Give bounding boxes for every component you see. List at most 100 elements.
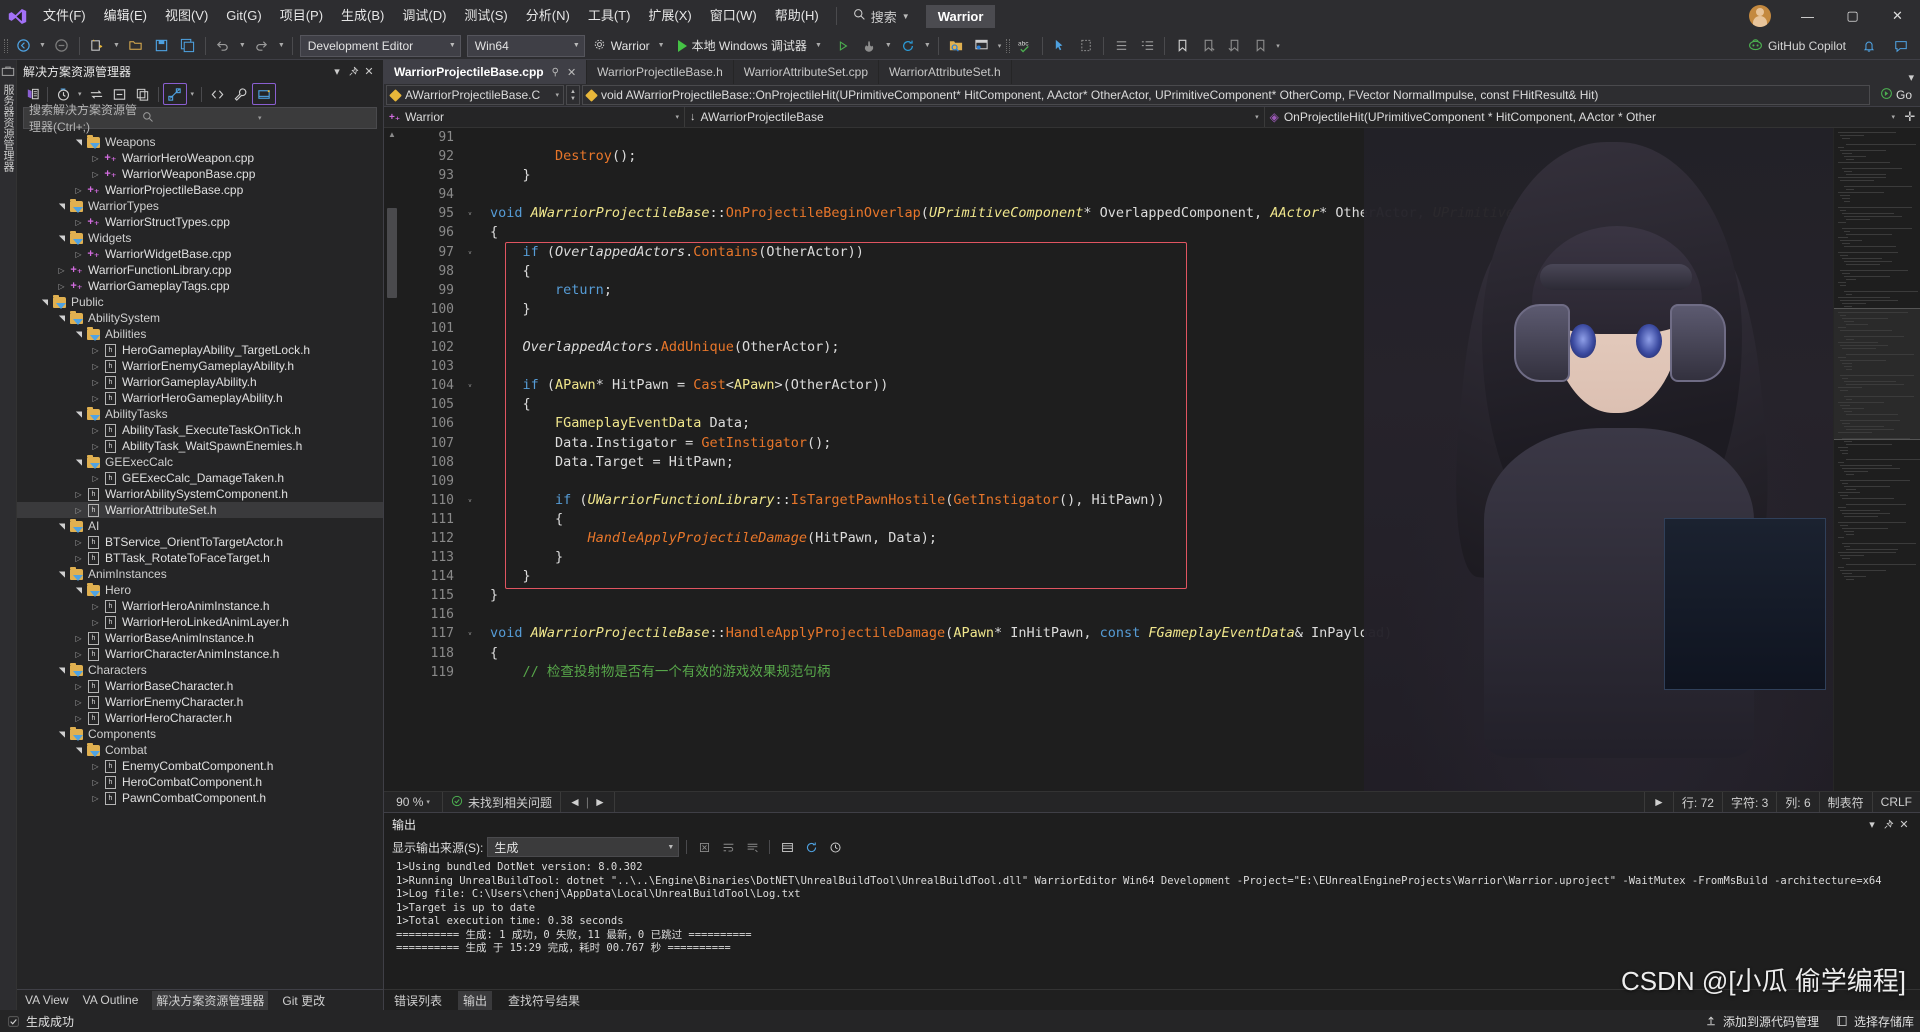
chevron-collapsed-icon[interactable]: ▷	[72, 250, 85, 259]
chevron-collapsed-icon[interactable]: ▷	[72, 538, 85, 547]
save-all-icon[interactable]	[175, 35, 201, 57]
menu-test[interactable]: 测试(S)	[455, 0, 516, 32]
tab-warriorattributeset-cpp[interactable]: WarriorAttributeSet.cpp	[733, 60, 880, 84]
chevron-collapsed-icon[interactable]: ▷	[72, 714, 85, 723]
chevron-collapsed-icon[interactable]: ▷	[89, 378, 102, 387]
menu-analyze[interactable]: 分析(N)	[517, 0, 579, 32]
chevron-collapsed-icon[interactable]: ▷	[89, 794, 102, 803]
chevron-down-icon[interactable]: ▼	[36, 42, 49, 49]
save-icon[interactable]	[149, 35, 175, 57]
code-line[interactable]: 109	[400, 472, 1833, 491]
bookmark-clear-icon[interactable]	[1247, 35, 1273, 57]
code-line[interactable]: 113 }	[400, 548, 1833, 567]
code-text[interactable]: 91 92 Destroy(); 93 } 94 95 ᵥ void AWarriorPro…	[400, 128, 1833, 791]
menu-tools[interactable]: 工具(T)	[579, 0, 640, 32]
chevron-collapsed-icon[interactable]: ▷	[72, 554, 85, 563]
issue-nav[interactable]: ◄ | ►	[561, 792, 615, 812]
global-search-box[interactable]: 搜索 ▼	[845, 4, 918, 28]
chevron-down-icon[interactable]: ▼	[275, 42, 288, 49]
tree-item[interactable]: ▷ +₊ WarriorWeaponBase.cpp	[17, 166, 383, 182]
window-layout-icon[interactable]	[969, 35, 995, 57]
add-to-source-control-button[interactable]: 添加到源代码管理	[1704, 1013, 1819, 1030]
menu-window[interactable]: 窗口(W)	[701, 0, 766, 32]
chevron-collapsed-icon[interactable]: ▷	[89, 362, 102, 371]
menu-build[interactable]: 生成(B)	[332, 0, 393, 32]
tab-error-list[interactable]: 错误列表	[394, 992, 442, 1009]
chevron-collapsed-icon[interactable]: ▷	[72, 634, 85, 643]
tree-item[interactable]: ▷ +₊ WarriorGameplayTags.cpp	[17, 278, 383, 294]
go-button[interactable]: Go	[1872, 87, 1920, 103]
chevron-collapsed-icon[interactable]: ▷	[72, 218, 85, 227]
chevron-collapsed-icon[interactable]: ▷	[55, 282, 68, 291]
menu-file[interactable]: 文件(F)	[34, 0, 95, 32]
magnifier-icon[interactable]	[142, 111, 255, 126]
close-icon[interactable]: ✕	[567, 66, 576, 79]
context-function-combo[interactable]: ◈ OnProjectileHit(UPrimitiveComponent * …	[1265, 107, 1900, 127]
build-configuration-combo[interactable]: Development Editor ▼	[299, 34, 461, 57]
output-source-combo[interactable]: 生成 ▼	[487, 837, 680, 857]
toolbar-grip[interactable]	[1004, 37, 1012, 55]
pin-icon[interactable]	[1880, 816, 1896, 832]
chevron-expanded-icon[interactable]: ◢	[74, 456, 83, 469]
properties-icon[interactable]	[229, 84, 251, 104]
navigate-backward-icon[interactable]	[10, 35, 36, 57]
chevron-collapsed-icon[interactable]: ▷	[89, 778, 102, 787]
code-minimap[interactable]	[1833, 128, 1920, 791]
tree-item[interactable]: ◢ Public	[17, 294, 383, 310]
chevron-expanded-icon[interactable]: ◢	[57, 568, 66, 581]
menu-edit[interactable]: 编辑(E)	[95, 0, 156, 32]
list-icon[interactable]	[777, 837, 797, 857]
scrollbar-thumb[interactable]	[387, 208, 397, 298]
tree-item[interactable]: ▷ h WarriorHeroLinkedAnimLayer.h	[17, 614, 383, 630]
menu-help[interactable]: 帮助(H)	[766, 0, 828, 32]
tree-item[interactable]: ▷ h EnemyCombatComponent.h	[17, 758, 383, 774]
tree-item[interactable]: ▷ h GEExecCalc_DamageTaken.h	[17, 470, 383, 486]
code-line[interactable]: 119 // 检查投射物是否有一个有效的游戏效果规范句柄	[400, 663, 1833, 682]
chevron-expanded-icon[interactable]: ◢	[57, 520, 66, 533]
code-line[interactable]: 92 Destroy();	[400, 147, 1833, 166]
toggle-wordwrap-icon[interactable]	[718, 837, 738, 857]
nav-spinner[interactable]: ▲ ▼	[566, 85, 580, 105]
navigate-forward-icon[interactable]	[49, 35, 75, 57]
tree-item[interactable]: ▷ +₊ WarriorHeroWeapon.cpp	[17, 150, 383, 166]
chevron-down-icon[interactable]: ▾	[188, 90, 198, 98]
tree-item[interactable]: ▷ h WarriorHeroGameplayAbility.h	[17, 390, 383, 406]
tree-item[interactable]: ▷ h WarriorAttributeSet.h	[17, 502, 383, 518]
list-indent-icon[interactable]	[1134, 35, 1160, 57]
chevron-down-icon[interactable]: ▼	[110, 42, 123, 49]
preview-icon[interactable]	[252, 83, 277, 105]
chevron-collapsed-icon[interactable]: ▷	[72, 186, 85, 195]
chevron-right-icon[interactable]: ►	[594, 795, 606, 809]
code-line[interactable]: 101	[400, 319, 1833, 338]
menu-debug[interactable]: 调试(D)	[393, 0, 455, 32]
code-line[interactable]: 118 {	[400, 644, 1833, 663]
code-line[interactable]: 94	[400, 185, 1833, 204]
tree-item[interactable]: ▷ h WarriorBaseCharacter.h	[17, 678, 383, 694]
tree-item[interactable]: ▷ h WarriorEnemyCharacter.h	[17, 694, 383, 710]
fold-toggle-icon[interactable]: ᵥ	[464, 376, 476, 395]
chevron-collapsed-icon[interactable]: ▷	[89, 474, 102, 483]
tree-item[interactable]: ▷ +₊ WarriorFunctionLibrary.cpp	[17, 262, 383, 278]
tree-item[interactable]: ▷ h AbilityTask_WaitSpawnEnemies.h	[17, 438, 383, 454]
tree-item[interactable]: ▷ +₊ WarriorProjectileBase.cpp	[17, 182, 383, 198]
code-line[interactable]: 107 Data.Instigator = GetInstigator();	[400, 434, 1833, 453]
tree-item[interactable]: ▷ +₊ WarriorStructTypes.cpp	[17, 214, 383, 230]
chevron-collapsed-icon[interactable]: ▷	[89, 154, 102, 163]
code-line[interactable]: 103	[400, 357, 1833, 376]
menu-project[interactable]: 项目(P)	[271, 0, 332, 32]
fold-toggle-icon[interactable]: ᵥ	[464, 204, 476, 223]
tree-item[interactable]: ◢ GEExecCalc	[17, 454, 383, 470]
tree-item[interactable]: ◢ Characters	[17, 662, 383, 678]
chevron-down-icon[interactable]: ▼	[921, 42, 934, 49]
chevron-down-icon[interactable]: ▾	[329, 63, 345, 79]
pin-icon[interactable]: ⚲	[552, 67, 559, 78]
scroll-up-arrow-icon[interactable]: ▲	[388, 130, 396, 139]
tab-find-symbol-results[interactable]: 查找符号结果	[508, 992, 580, 1009]
undo-icon[interactable]	[210, 35, 236, 57]
tree-item[interactable]: ▷ h WarriorCharacterAnimInstance.h	[17, 646, 383, 662]
chevron-expanded-icon[interactable]: ◢	[57, 312, 66, 325]
chevron-expanded-icon[interactable]: ◢	[74, 584, 83, 597]
code-line[interactable]: 108 Data.Target = HitPawn;	[400, 453, 1833, 472]
context-class-combo[interactable]: ↓ AWarriorProjectileBase ▾	[685, 107, 1265, 127]
chevron-down-icon[interactable]: ▾	[995, 42, 1005, 50]
